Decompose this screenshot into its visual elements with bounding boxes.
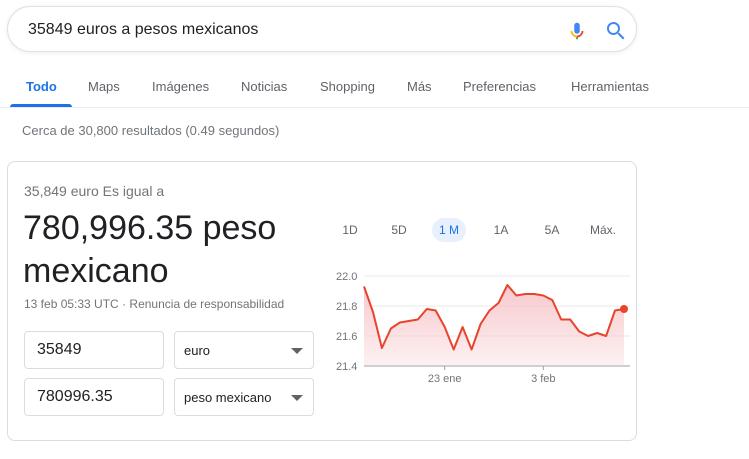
y-tick-label: 22.0 <box>336 271 357 283</box>
current-point <box>620 305 628 313</box>
tab-mas[interactable]: Más <box>407 79 432 94</box>
search-input[interactable] <box>28 20 548 40</box>
tab-todo[interactable]: Todo <box>26 79 57 94</box>
from-currency-value: euro <box>184 343 211 358</box>
dropdown-arrow-icon <box>291 348 303 354</box>
search-bar[interactable] <box>7 6 637 52</box>
timestamp: 13 feb 05:33 UTC <box>24 297 119 311</box>
from-amount-input[interactable] <box>24 331 164 369</box>
y-tick-label: 21.4 <box>336 361 357 373</box>
tab-herramientas[interactable]: Herramientas <box>571 79 649 94</box>
disclaimer-link[interactable]: Renuncia de responsabilidad <box>129 297 284 311</box>
range-1a[interactable]: 1A <box>487 218 515 242</box>
to-amount-input[interactable] <box>24 378 164 416</box>
search-icon[interactable] <box>604 19 628 43</box>
separator: · <box>122 297 127 311</box>
x-tick-label: 3 feb <box>531 373 555 385</box>
exchange-rate-chart: 21.4 21.6 21.8 22.0 23 ene 3 feb <box>336 271 630 385</box>
result-stats: Cerca de 30,800 resultados (0.49 segundo… <box>22 123 280 138</box>
to-currency-value: peso mexicano <box>184 390 272 405</box>
microphone-icon[interactable] <box>566 19 588 43</box>
tab-imagenes[interactable]: Imágenes <box>152 79 209 94</box>
y-tick-label: 21.8 <box>336 301 357 313</box>
equal-label: 35,849 euro Es igual a <box>24 183 165 199</box>
tab-maps[interactable]: Maps <box>88 79 120 94</box>
y-tick-label: 21.6 <box>336 331 357 343</box>
x-tick-label: 23 ene <box>428 373 462 385</box>
range-1m[interactable]: 1 M <box>432 218 466 242</box>
range-5d[interactable]: 5D <box>385 218 413 242</box>
dropdown-arrow-icon <box>291 395 303 401</box>
area-fill <box>364 285 624 366</box>
tab-shopping[interactable]: Shopping <box>320 79 375 94</box>
to-currency-select[interactable]: peso mexicano <box>174 378 314 416</box>
from-currency-select[interactable]: euro <box>174 331 314 369</box>
tab-preferencias[interactable]: Preferencias <box>463 79 536 94</box>
range-5a[interactable]: 5A <box>538 218 566 242</box>
active-tab-indicator <box>10 104 72 107</box>
search-tabs: Todo Maps Imágenes Noticias Shopping Más… <box>0 76 749 108</box>
tab-noticias[interactable]: Noticias <box>241 79 287 94</box>
range-1d[interactable]: 1D <box>336 218 364 242</box>
converted-result: 780,996.35 peso mexicano <box>23 209 277 290</box>
range-max[interactable]: Máx. <box>586 218 620 242</box>
currency-converter-card: 35,849 euro Es igual a 780,996.35 peso m… <box>7 161 637 441</box>
timestamp-line: 13 feb 05:33 UTC · Renuncia de responsab… <box>24 297 284 311</box>
